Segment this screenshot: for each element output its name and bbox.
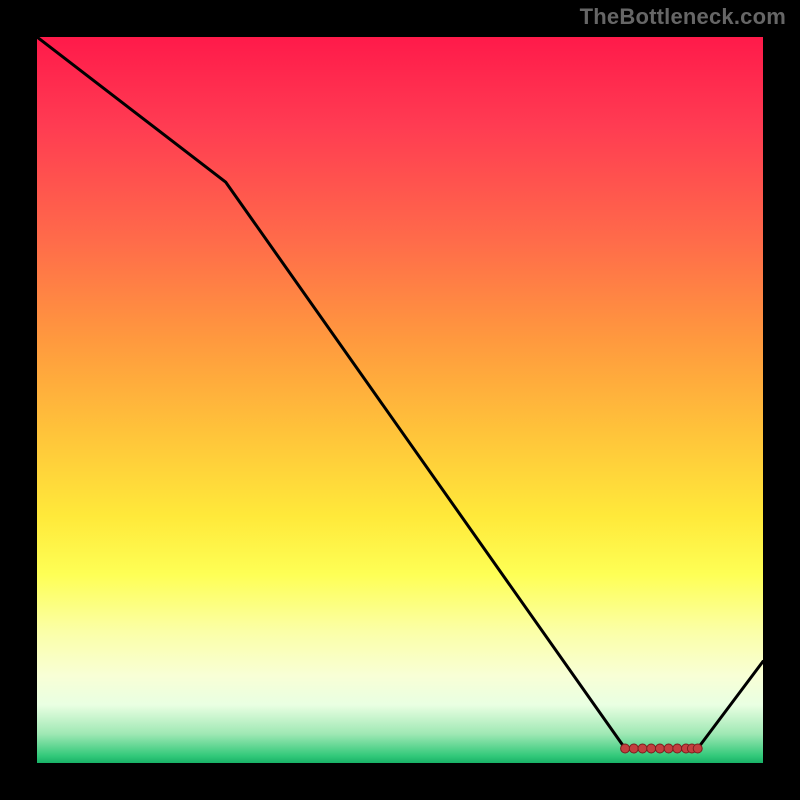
watermark-text: TheBottleneck.com [580, 4, 786, 30]
chart-stage: TheBottleneck.com [0, 0, 800, 800]
plot-area [37, 37, 763, 763]
flat-region-markers [621, 744, 703, 753]
flat-marker-dot [655, 744, 664, 753]
flat-marker-dot [621, 744, 630, 753]
chart-overlay [37, 37, 763, 763]
flat-marker-dot [647, 744, 656, 753]
flat-marker-dot [638, 744, 647, 753]
series-line [37, 37, 763, 749]
flat-marker-dot [664, 744, 673, 753]
flat-marker-dot [693, 744, 702, 753]
flat-marker-dot [673, 744, 682, 753]
flat-marker-dot [629, 744, 638, 753]
